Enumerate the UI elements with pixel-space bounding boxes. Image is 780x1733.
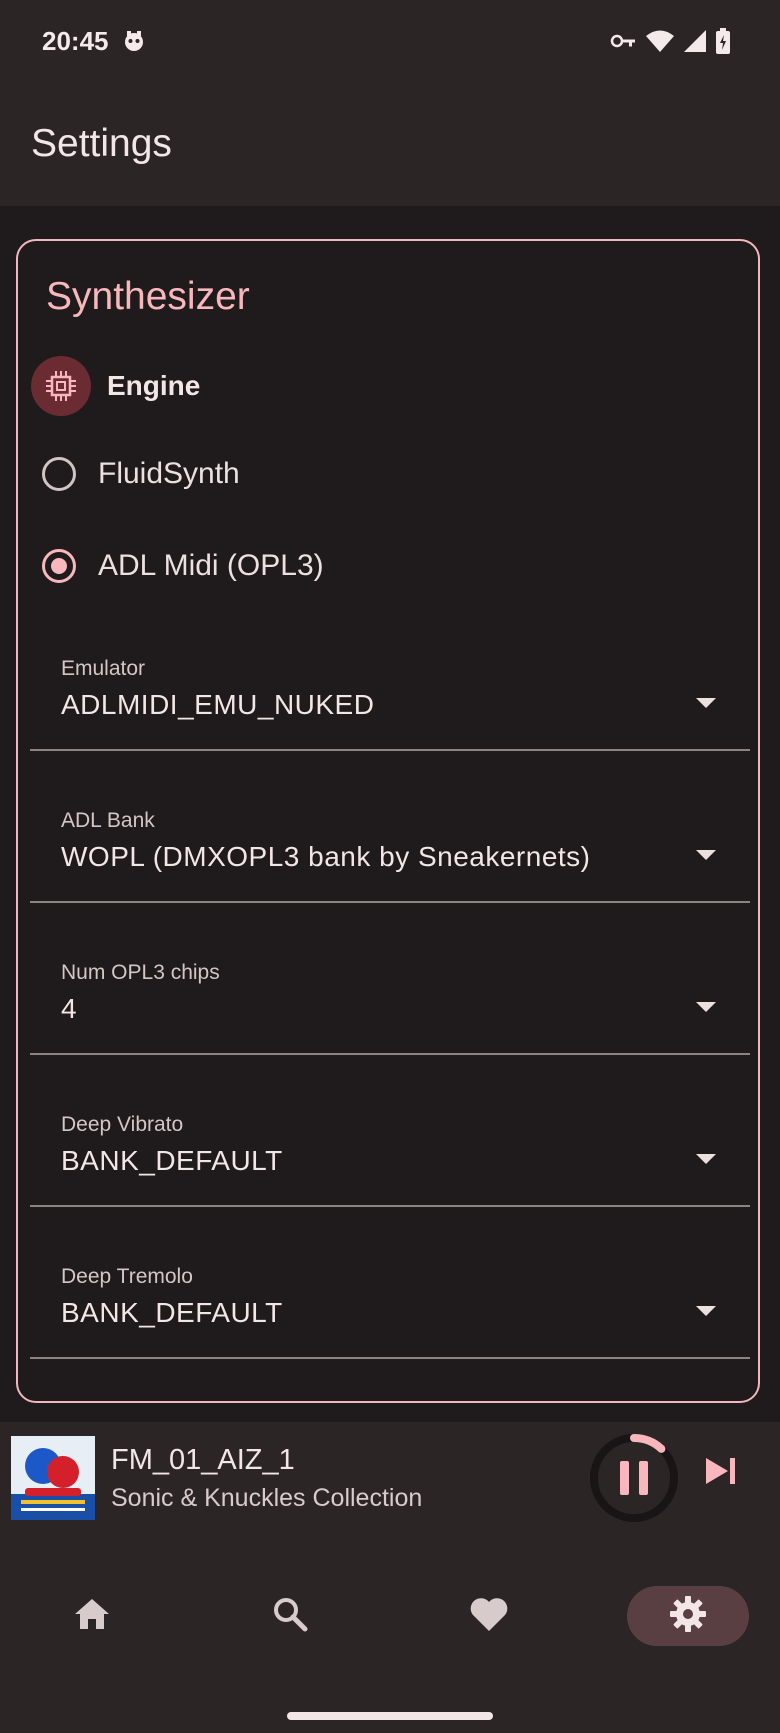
dropdown-arrow-icon[interactable] — [696, 845, 716, 864]
engine-label: Engine — [107, 370, 201, 401]
dropdown-value: 4 — [61, 993, 78, 1024]
nav-settings[interactable] — [627, 1586, 749, 1646]
radio-option-adlmidi[interactable]: ADL Midi (OPL3) — [42, 549, 324, 583]
skip-next-icon[interactable] — [704, 1456, 738, 1490]
vpn-key-icon — [610, 33, 636, 53]
emulator-dropdown[interactable]: Emulator ADLMIDI_EMU_NUKED — [30, 649, 750, 751]
battery-charging-icon — [716, 28, 730, 58]
dropdown-arrow-icon[interactable] — [696, 693, 716, 712]
nav-favorites[interactable] — [449, 1586, 529, 1646]
dropdown-arrow-icon[interactable] — [696, 1149, 716, 1168]
progress-ring — [630, 1434, 666, 1453]
section-title: Synthesizer — [46, 275, 250, 318]
app-notification-icon — [122, 29, 146, 57]
engine-header: Engine — [31, 356, 200, 416]
search-icon — [272, 1596, 308, 1636]
radio-option-fluidsynth[interactable]: FluidSynth — [42, 457, 240, 491]
status-time: 20:45 — [42, 26, 109, 56]
chip-icon — [31, 356, 91, 416]
gear-icon — [668, 1594, 708, 1638]
dropdown-value: BANK_DEFAULT — [61, 1297, 283, 1328]
wifi-icon — [646, 30, 674, 56]
deep-vibrato-dropdown[interactable]: Deep Vibrato BANK_DEFAULT — [30, 1105, 750, 1207]
nav-search[interactable] — [250, 1586, 330, 1646]
synthesizer-card: Synthesizer Engine FluidSynth ADL Midi (… — [16, 239, 760, 1403]
album-art[interactable] — [11, 1436, 95, 1520]
status-bar: 20:45 — [0, 0, 780, 86]
dropdown-value: ADLMIDI_EMU_NUKED — [61, 689, 375, 720]
dropdown-label: ADL Bank — [61, 809, 155, 832]
radio-button-unchecked[interactable] — [42, 457, 76, 491]
track-title: FM_01_AIZ_1 — [111, 1444, 295, 1476]
dropdown-arrow-icon[interactable] — [696, 997, 716, 1016]
dropdown-value: BANK_DEFAULT — [61, 1145, 283, 1176]
track-album: Sonic & Knuckles Collection — [111, 1484, 423, 1512]
nav-home[interactable] — [52, 1586, 132, 1646]
adl-bank-dropdown[interactable]: ADL Bank WOPL (DMXOPL3 bank by Sneakerne… — [30, 801, 750, 903]
pause-icon — [620, 1461, 629, 1495]
home-icon — [73, 1597, 111, 1635]
radio-button-checked[interactable] — [42, 549, 76, 583]
radio-label: ADL Midi (OPL3) — [98, 549, 324, 582]
num-chips-dropdown[interactable]: Num OPL3 chips 4 — [30, 953, 750, 1055]
now-playing-bar[interactable]: FM_01_AIZ_1 Sonic & Knuckles Collection — [0, 1422, 780, 1536]
cell-signal-icon — [684, 30, 706, 56]
page-title: Settings — [31, 122, 172, 165]
dropdown-value: WOPL (DMXOPL3 bank by Sneakernets) — [61, 841, 591, 872]
dropdown-label: Deep Tremolo — [61, 1265, 193, 1288]
pause-button[interactable] — [586, 1430, 682, 1526]
radio-label: FluidSynth — [98, 457, 240, 490]
bottom-navigation — [0, 1536, 780, 1733]
app-bar: Settings — [0, 86, 780, 206]
dropdown-label: Emulator — [61, 657, 146, 680]
dropdown-label: Num OPL3 chips — [61, 961, 220, 984]
heart-icon — [469, 1596, 509, 1636]
dropdown-arrow-icon[interactable] — [696, 1301, 716, 1320]
dropdown-label: Deep Vibrato — [61, 1113, 184, 1136]
deep-tremolo-dropdown[interactable]: Deep Tremolo BANK_DEFAULT — [30, 1257, 750, 1359]
home-indicator[interactable] — [287, 1712, 493, 1720]
